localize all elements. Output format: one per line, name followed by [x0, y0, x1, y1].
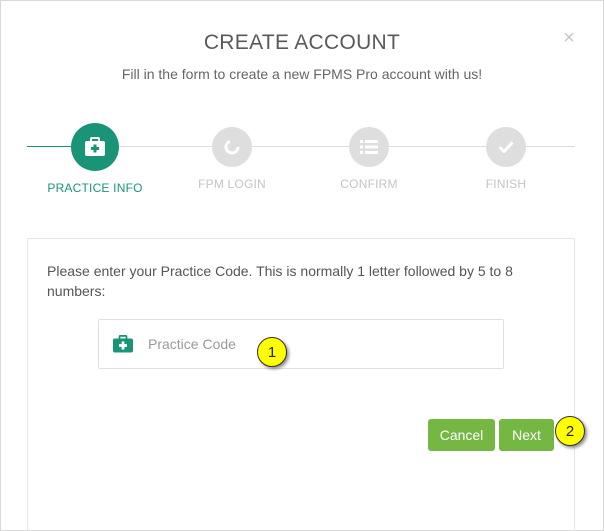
step-finish: FINISH	[446, 127, 566, 191]
step-finish-label: FINISH	[485, 177, 527, 191]
cancel-button[interactable]: Cancel	[428, 419, 495, 451]
spinner-icon	[224, 139, 240, 155]
step-confirm-circle	[349, 127, 389, 167]
medkit-icon	[113, 335, 133, 353]
practice-code-input[interactable]	[147, 321, 503, 367]
step-fpm-login-circle	[212, 127, 252, 167]
step-practice-info-label: PRACTICE INFO	[47, 181, 143, 195]
step-confirm: CONFIRM	[309, 127, 429, 191]
check-icon	[498, 141, 514, 153]
step-fpm-login-label: FPM LOGIN	[198, 177, 266, 191]
list-icon	[360, 140, 378, 154]
medkit-icon	[85, 137, 105, 156]
step-confirm-label: CONFIRM	[340, 177, 398, 191]
callout-marker-1: 1	[257, 337, 287, 367]
step-finish-circle	[486, 127, 526, 167]
step-practice-info: PRACTICE INFO	[35, 123, 155, 195]
practice-code-addon	[99, 320, 147, 368]
step-practice-info-circle	[71, 123, 119, 171]
step-fpm-login: FPM LOGIN	[172, 127, 292, 191]
create-account-dialog: × CREATE ACCOUNT Fill in the form to cre…	[0, 0, 604, 531]
dialog-title: CREATE ACCOUNT	[203, 31, 401, 54]
practice-code-input-group	[98, 319, 504, 369]
callout-marker-2: 2	[555, 416, 585, 446]
dialog-subtitle: Fill in the form to create a new FPMS Pr…	[121, 66, 483, 82]
next-button[interactable]: Next	[499, 419, 554, 451]
practice-code-instructions: Please enter your Practice Code. This is…	[47, 263, 513, 299]
